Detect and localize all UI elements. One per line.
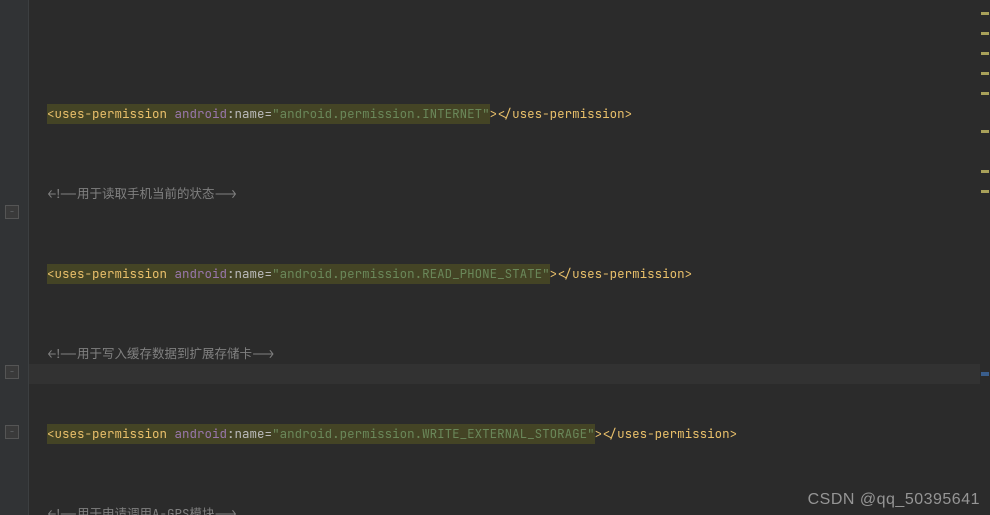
scrollbar-marks[interactable] (980, 0, 990, 515)
code-line[interactable]: <!--用于写入缓存数据到扩展存储卡--> (33, 344, 990, 364)
code-line[interactable]: <uses-permission android:name="android.p… (33, 424, 990, 444)
code-line[interactable]: <uses-permission android:name="android.p… (33, 104, 990, 124)
fold-toggle-intent-filter[interactable]: − (5, 425, 19, 439)
code-line[interactable]: <!--用于申请调用A-GPS模块--> (33, 504, 990, 515)
code-editor[interactable]: − − − <uses-permission android:name="and… (0, 0, 990, 515)
fold-toggle-application[interactable]: − (5, 205, 19, 219)
gutter: − − − (0, 0, 29, 515)
code-area[interactable]: <uses-permission android:name="android.p… (29, 0, 990, 515)
fold-toggle-meta-data[interactable]: − (5, 365, 19, 379)
code-line[interactable]: <!--用于读取手机当前的状态--> (33, 184, 990, 204)
code-line[interactable]: <uses-permission android:name="android.p… (33, 264, 990, 284)
